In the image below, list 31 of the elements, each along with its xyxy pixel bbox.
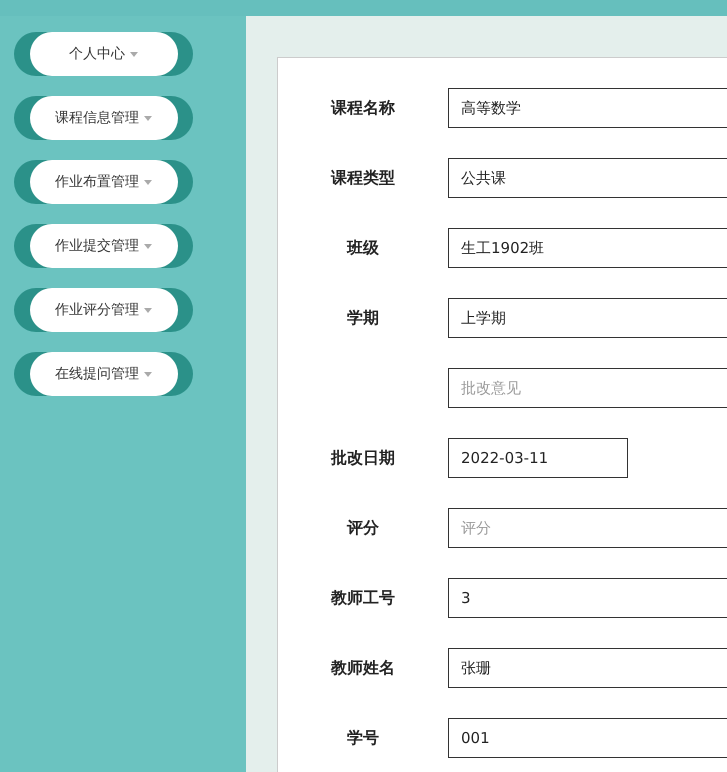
input-field[interactable]: 001	[448, 718, 727, 758]
field-label: 课程类型	[330, 168, 396, 188]
caret-icon	[144, 244, 152, 248]
field-label: 批改日期	[330, 448, 396, 468]
input-field[interactable]: 批改意见	[448, 368, 727, 408]
field-label: 班级	[346, 238, 380, 258]
caret-icon	[144, 308, 152, 312]
input-field[interactable]: 评分	[448, 508, 727, 548]
caret-icon	[144, 180, 152, 184]
caret-icon	[130, 52, 138, 56]
sidebar-menu-button[interactable]: 课程信息管理	[14, 96, 193, 140]
caret-icon	[144, 116, 152, 120]
input-field[interactable]: 高等数学	[448, 88, 727, 128]
input-field[interactable]: 张珊	[448, 648, 727, 688]
sidebar-menu-button[interactable]: 在线提问管理	[14, 352, 193, 396]
field-label: 学号	[346, 728, 380, 748]
caret-icon	[144, 372, 152, 376]
input-field[interactable]: 公共课	[448, 158, 727, 198]
sidebar-menu-button[interactable]: 个人中心	[14, 32, 193, 76]
field-label: 评分	[346, 518, 380, 538]
sidebar-menu-button[interactable]: 作业布置管理	[14, 160, 193, 204]
sidebar-menu-button[interactable]: 作业评分管理	[14, 288, 193, 332]
field-label: 课程名称	[330, 98, 396, 118]
input-field[interactable]: 上学期	[448, 298, 727, 338]
input-field[interactable]: 3	[448, 578, 727, 618]
field-label: 教师工号	[330, 588, 396, 608]
sidebar-menu-button[interactable]: 作业提交管理	[14, 224, 193, 268]
date-field[interactable]: 2022-03-11	[448, 438, 628, 478]
field-label: 教师姓名	[330, 658, 396, 678]
field-label: 学期	[346, 308, 380, 328]
input-field[interactable]: 生工1902班	[448, 228, 727, 268]
